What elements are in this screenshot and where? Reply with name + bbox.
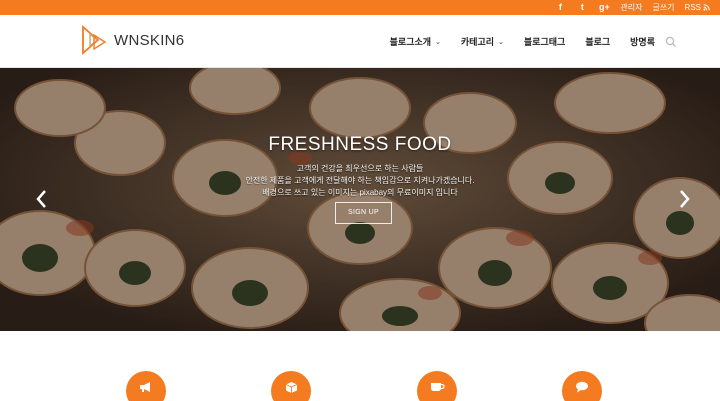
nav-item-label: 카테고리 — [460, 37, 495, 47]
main-nav: 블로그소개 ⌄ 카테고리 ⌄ 블로그태그 블로그 방명록 — [390, 15, 655, 68]
hero-text-line: 고객의 건강을 최우선으로 하는 사람들 — [296, 164, 424, 173]
chevron-right-icon[interactable] — [676, 188, 692, 210]
features-section — [0, 331, 720, 401]
feature-item[interactable] — [271, 371, 311, 401]
chevron-down-icon: ⌄ — [435, 38, 441, 46]
rss-label: RSS — [684, 3, 701, 12]
hero-title: FRESHNESS FOOD — [268, 134, 452, 155]
nav-item-blog[interactable]: 블로그 — [585, 35, 610, 48]
nav-item-blog-intro[interactable]: 블로그소개 ⌄ — [390, 35, 441, 48]
nav-item-blog-tag[interactable]: 블로그태그 — [524, 35, 565, 48]
hero-text-line: 안전한 제품을 고객에게 전달해야 하는 책임감으로 지켜나가겠습니다. — [245, 176, 475, 185]
utility-links: f t g+ 관리자 글쓰기 RSS — [554, 0, 710, 15]
twitter-icon[interactable]: t — [576, 0, 588, 15]
rss-icon — [703, 4, 710, 11]
site-logo[interactable]: WNSKIN6 — [80, 25, 184, 55]
chat-bubble-icon — [576, 381, 588, 393]
nav-item-label: 블로그 — [585, 37, 611, 47]
google-plus-icon[interactable]: g+ — [598, 0, 610, 15]
logo-mark-icon — [82, 25, 107, 55]
site-name: WNSKIN6 — [114, 31, 185, 49]
coffee-cup-icon — [430, 383, 445, 391]
feature-item[interactable] — [562, 371, 602, 401]
sign-up-button[interactable]: SIGN UP — [335, 202, 392, 224]
feature-item[interactable] — [126, 371, 166, 401]
rss-link[interactable]: RSS — [685, 0, 710, 15]
site-header: WNSKIN6 블로그소개 ⌄ 카테고리 ⌄ 블로그태그 블로그 방명록 — [0, 15, 720, 68]
write-link[interactable]: 글쓰기 — [652, 0, 674, 15]
nav-item-label: 블로그소개 — [389, 37, 432, 47]
chevron-down-icon: ⌄ — [498, 38, 504, 46]
search-icon[interactable] — [664, 35, 678, 49]
facebook-icon[interactable]: f — [554, 0, 566, 15]
nav-item-guestbook[interactable]: 방명록 — [630, 35, 655, 48]
chevron-left-icon[interactable] — [34, 188, 50, 210]
nav-item-category[interactable]: 카테고리 ⌄ — [461, 35, 504, 48]
cube-icon — [285, 382, 297, 393]
admin-link[interactable]: 관리자 — [620, 0, 642, 15]
megaphone-icon — [140, 382, 150, 392]
top-utility-bar: f t g+ 관리자 글쓰기 RSS — [0, 0, 720, 15]
feature-item[interactable] — [417, 371, 457, 401]
nav-item-label: 블로그태그 — [523, 37, 566, 47]
hero-text-line: 배경으로 쓰고 있는 이미지는 pixabay의 무료이미지 입니다 — [262, 188, 458, 197]
nav-item-label: 방명록 — [630, 37, 655, 47]
hero-overlay — [0, 68, 720, 331]
hero-slider: FRESHNESS FOOD 고객의 건강을 최우선으로 하는 사람들 안전한 … — [0, 68, 720, 331]
